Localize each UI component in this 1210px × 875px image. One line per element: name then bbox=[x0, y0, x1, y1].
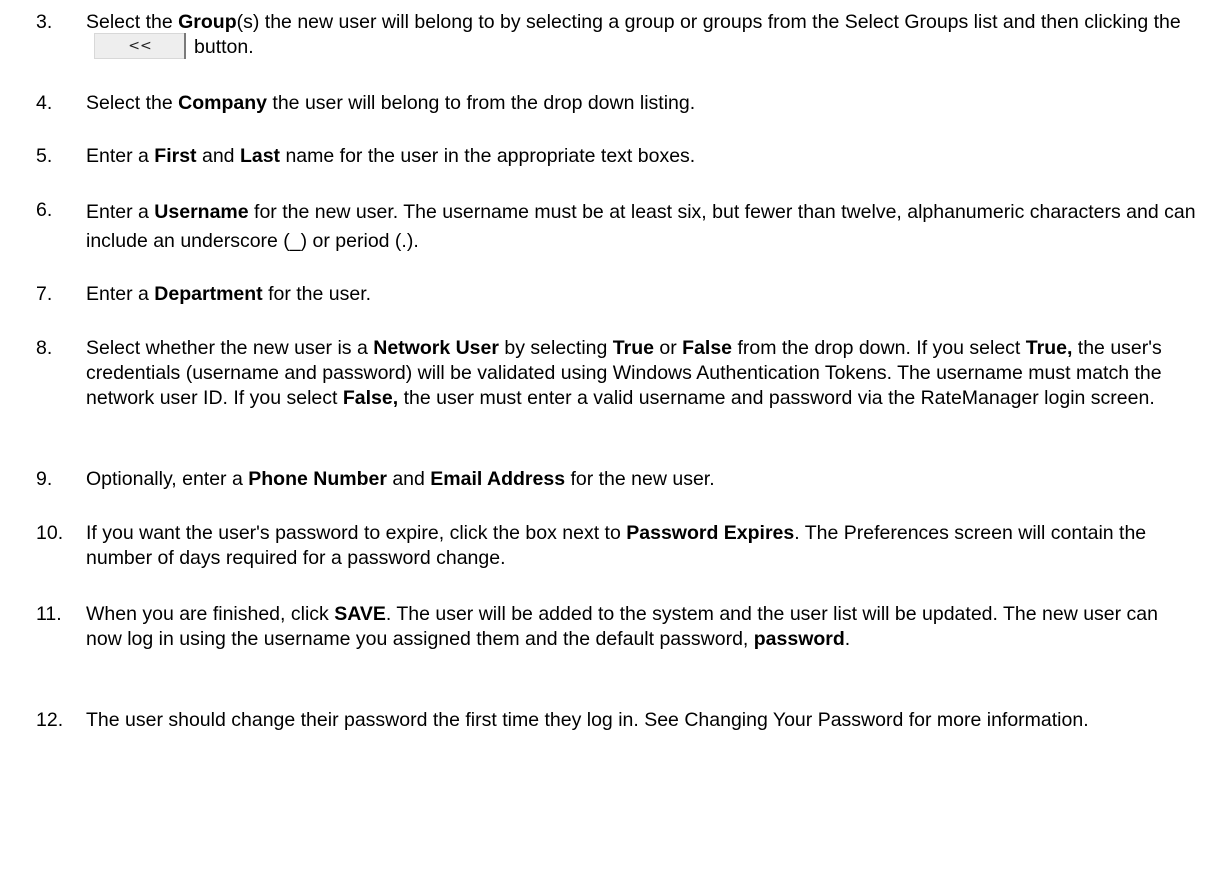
bold-term: Department bbox=[154, 283, 263, 305]
bold-term: Username bbox=[154, 201, 249, 223]
step-number: 11. bbox=[36, 603, 62, 625]
step-3: 3. Select the Group(s) the new user will… bbox=[36, 10, 1196, 60]
bold-term: Group bbox=[178, 11, 237, 33]
step-text: If you want the user's password to expir… bbox=[86, 522, 1147, 569]
step-text: Enter a Department for the user. bbox=[86, 283, 372, 305]
document-page: 3. Select the Group(s) the new user will… bbox=[0, 0, 1210, 875]
step-12: 12. The user should change their passwor… bbox=[36, 708, 1196, 758]
step-number: 10. bbox=[36, 522, 64, 544]
bold-term: Email Address bbox=[430, 468, 566, 490]
bold-term: False, bbox=[342, 387, 399, 409]
step-11: 11. When you are finished, click SAVE. T… bbox=[36, 602, 1196, 677]
step-10: 10. If you want the user's password to e… bbox=[36, 521, 1196, 571]
bold-term: Last bbox=[239, 145, 281, 167]
step-text: Enter a First and Last name for the user… bbox=[86, 145, 696, 167]
bold-term: Network User bbox=[373, 337, 499, 359]
step-8: 8. Select whether the new user is a Netw… bbox=[36, 336, 1196, 436]
bold-term: Company bbox=[178, 92, 267, 114]
step-9: 9. Optionally, enter a Phone Number and … bbox=[36, 467, 1196, 492]
step-text: Select whether the new user is a Network… bbox=[86, 337, 1162, 409]
step-number: 12. bbox=[36, 709, 64, 731]
step-text: When you are finished, click SAVE. The u… bbox=[86, 603, 1158, 650]
button-edge bbox=[184, 32, 186, 59]
bold-term: True bbox=[612, 337, 654, 359]
bold-term: First bbox=[154, 145, 197, 167]
step-text: The user should change their password th… bbox=[86, 709, 1089, 731]
step-6: 6. Enter a Username for the new user. Th… bbox=[36, 198, 1196, 252]
step-text: Enter a Username for the new user. The u… bbox=[86, 201, 1196, 252]
step-text: Optionally, enter a Phone Number and Ema… bbox=[86, 468, 715, 490]
bold-term: True, bbox=[1025, 337, 1073, 359]
step-number: 8. bbox=[36, 337, 53, 359]
step-number: 3. bbox=[36, 11, 53, 33]
step-text: Select the Group(s) the new user will be… bbox=[86, 11, 1181, 59]
step-4: 4. Select the Company the user will belo… bbox=[36, 91, 1196, 116]
step-number: 7. bbox=[36, 283, 53, 305]
step-number: 4. bbox=[36, 92, 53, 114]
step-number: 5. bbox=[36, 145, 53, 167]
step-5: 5. Enter a First and Last name for the u… bbox=[36, 144, 1196, 169]
bold-term: Phone Number bbox=[248, 468, 387, 490]
bold-term: SAVE bbox=[334, 603, 386, 625]
bold-term: Password Expires bbox=[626, 522, 795, 544]
step-text: Select the Company the user will belong … bbox=[86, 92, 696, 114]
step-number: 6. bbox=[36, 199, 53, 221]
move-left-button: << bbox=[94, 32, 186, 59]
bold-term: False bbox=[682, 337, 733, 359]
step-7: 7. Enter a Department for the user. bbox=[36, 282, 1196, 307]
step-number: 9. bbox=[36, 468, 53, 490]
bold-term: password bbox=[753, 628, 845, 650]
